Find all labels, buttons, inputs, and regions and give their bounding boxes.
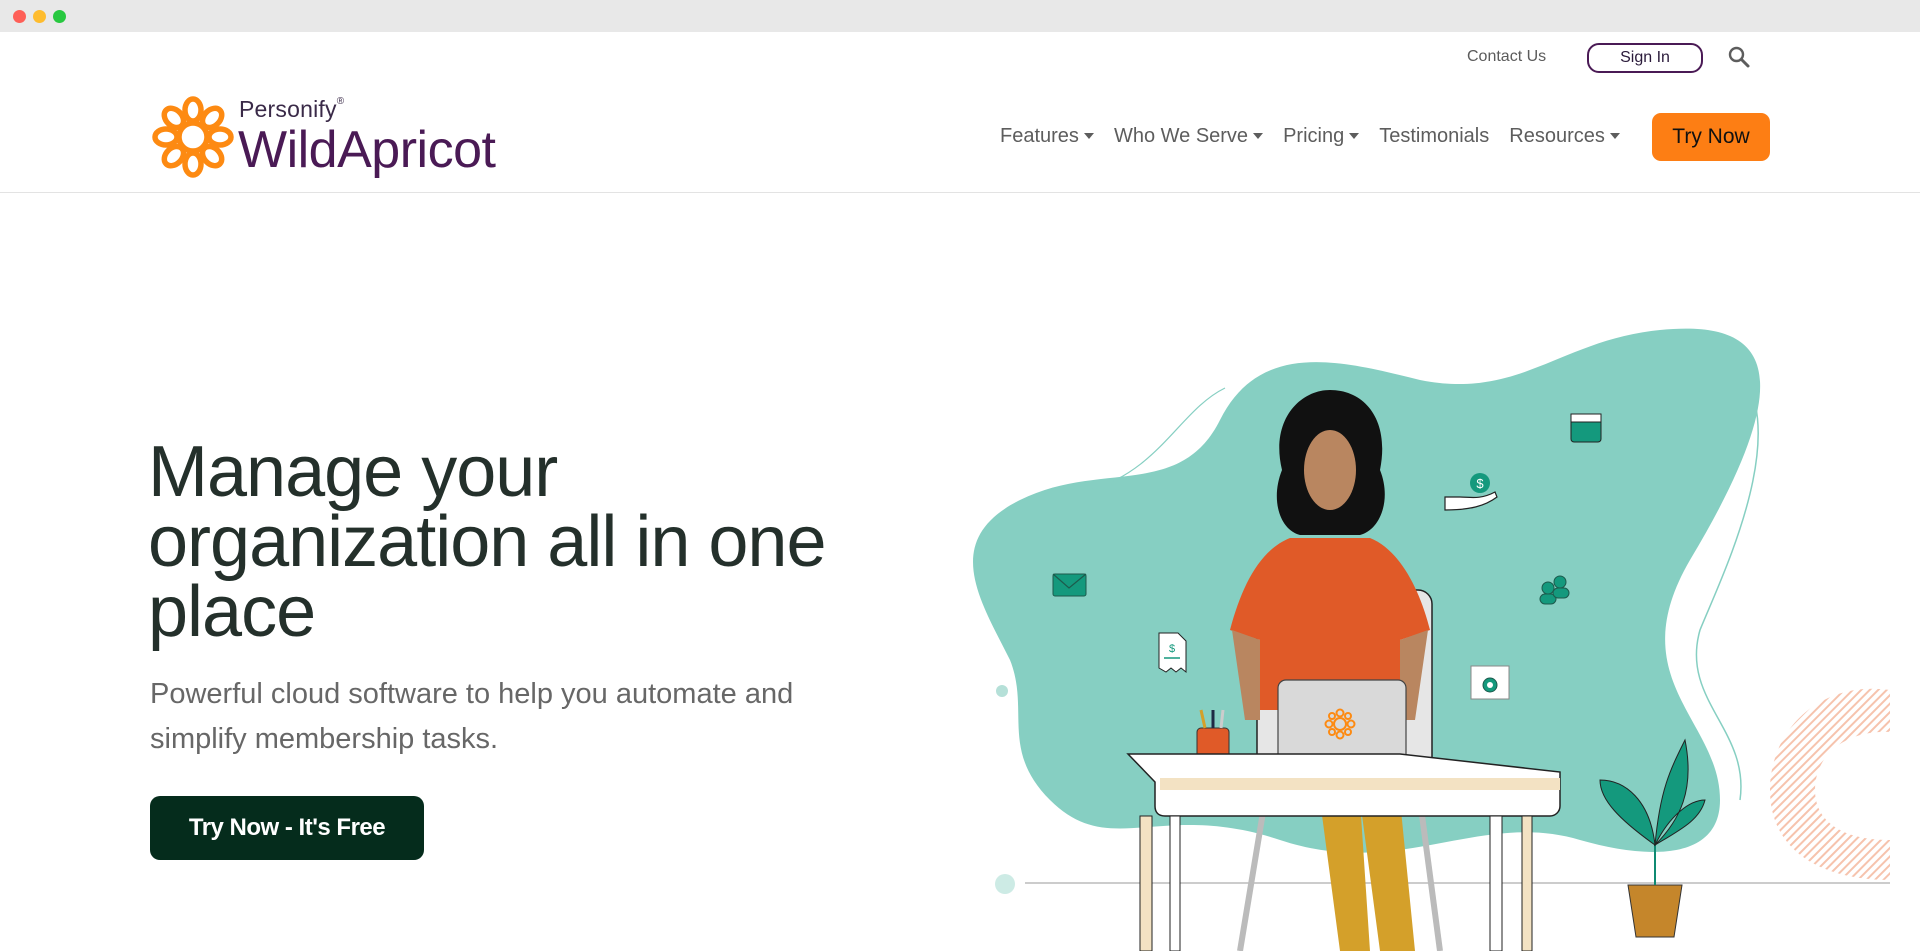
hero-subtitle: Powerful cloud software to help you auto… [150, 678, 794, 755]
caret-down-icon [1083, 133, 1094, 139]
parent-brand-name: Personify [239, 96, 337, 122]
desk-leg [1521, 815, 1533, 951]
email-icon [1052, 573, 1087, 597]
invoice-icon: $ [1158, 632, 1187, 674]
maximize-window-button[interactable] [53, 10, 66, 23]
svg-text:$: $ [1169, 643, 1175, 655]
site-header: Contact Us Sign In Personify® WildAprico… [0, 32, 1920, 193]
desk-leg [1489, 815, 1503, 951]
nav-item-who-we-serve[interactable]: Who We Serve [1113, 124, 1264, 148]
nav-label: Features [1000, 124, 1079, 147]
minimize-window-button[interactable] [33, 10, 46, 23]
calendar-icon [1570, 413, 1602, 443]
nav-label: Testimonials [1379, 124, 1490, 147]
nav-item-features[interactable]: Features [1000, 125, 1094, 148]
small-teal-dot [996, 685, 1008, 697]
desk-leg [1139, 815, 1153, 951]
page: Contact Us Sign In Personify® WildAprico… [0, 32, 1920, 951]
settings-icon [1470, 665, 1510, 700]
desk-edge [1160, 778, 1560, 790]
nav-label: Who We Serve [1113, 124, 1249, 147]
nav-label: Pricing [1283, 124, 1345, 147]
registered-mark: ® [336, 96, 345, 108]
hero-title: Manage your organization all in one plac… [148, 432, 827, 652]
nav-label: Resources [1509, 124, 1605, 147]
svg-text:$: $ [1476, 476, 1484, 491]
plant-pot [1627, 884, 1683, 938]
nav-item-pricing[interactable]: Pricing [1283, 124, 1360, 148]
contact-us-link[interactable]: Contact Us [1467, 48, 1546, 66]
nav-item-testimonials[interactable]: Testimonials [1379, 125, 1489, 148]
person-legs [1320, 800, 1415, 951]
caret-down-icon [1253, 133, 1264, 139]
sign-in-button[interactable]: Sign In [1587, 43, 1703, 73]
wildapricot-logo[interactable]: Personify® WildApricot [150, 92, 520, 182]
desk-leg [1169, 815, 1181, 951]
main-nav: Features Who We Serve Pricing Testimonia… [1000, 112, 1640, 160]
laptop [1277, 679, 1407, 766]
search-button[interactable] [1726, 45, 1752, 71]
caret-down-icon [1349, 133, 1360, 139]
hatched-dot [995, 874, 1015, 894]
nav-item-resources[interactable]: Resources [1509, 125, 1620, 148]
search-icon [1728, 46, 1750, 68]
pen [1219, 709, 1225, 729]
striped-c-shape [1770, 688, 1890, 880]
close-window-button[interactable] [13, 10, 26, 23]
hero-illustration: $ $ [973, 328, 1890, 951]
try-now-free-button[interactable]: Try Now - It's Free [150, 796, 424, 860]
personify-wordmark: Personify® [239, 96, 344, 123]
wildapricot-wordmark: WildApricot [238, 121, 496, 179]
try-now-button[interactable]: Try Now [1652, 113, 1770, 161]
browser-titlebar [0, 0, 1920, 32]
caret-down-icon [1609, 133, 1620, 139]
person-face [1304, 430, 1356, 510]
apricot-flower-icon [150, 96, 236, 180]
